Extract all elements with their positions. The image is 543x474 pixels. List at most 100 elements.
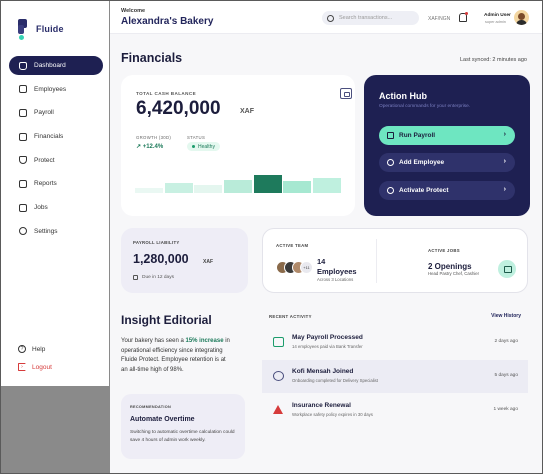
chevron-right-icon: › xyxy=(503,131,506,138)
logout-label: Logout xyxy=(32,363,52,371)
trend-bar xyxy=(283,180,312,193)
payroll-icon xyxy=(273,337,284,347)
insight-highlight: 15% increase xyxy=(185,338,224,344)
recent-activity: RECENT ACTIVITY View History May Payroll… xyxy=(262,307,528,435)
activity-row[interactable]: Insurance Renewal Workplace safety polic… xyxy=(262,394,528,427)
search-input[interactable]: Search transactions... xyxy=(322,11,419,25)
trend-bar xyxy=(194,185,223,193)
status-dot xyxy=(192,145,195,148)
shield-icon xyxy=(387,187,394,194)
users-icon xyxy=(19,85,27,94)
payroll-icon xyxy=(19,108,27,117)
activity-label: RECENT ACTIVITY xyxy=(269,314,312,319)
sidebar-item-reports[interactable]: Reports xyxy=(9,174,103,193)
sidebar-item-label: Financials xyxy=(34,133,64,141)
admin-role: super admin xyxy=(485,20,506,24)
page-title: Financials xyxy=(121,51,183,65)
jobs-subtitle: Head Pastry Chef, Cashier xyxy=(428,271,480,276)
activity-subtitle: Onboarding completed for Delivery Specia… xyxy=(292,378,378,383)
avatar[interactable] xyxy=(514,10,529,25)
home-icon xyxy=(19,61,27,70)
top-bar: Welcome Alexandra's Bakery Search transa… xyxy=(110,1,542,34)
chevron-right-icon: › xyxy=(503,186,506,193)
team-avatars[interactable]: +11 xyxy=(276,261,316,275)
rec-title: Automate Overtime xyxy=(130,416,195,423)
activity-row[interactable]: Kofi Mensah Joined Onboarding completed … xyxy=(262,360,528,393)
cash-balance-card: TOTAL CASH BALANCE 6,420,000 XAF GROWTH … xyxy=(121,75,355,216)
last-synced: Last synced: 2 minutes ago xyxy=(460,57,527,63)
help-icon: ? xyxy=(18,345,26,353)
search-icon xyxy=(327,14,334,22)
sidebar-item-protect[interactable]: Protect xyxy=(9,151,103,170)
brand-name: Fluide xyxy=(36,24,64,34)
payroll-value: 1,280,000 xyxy=(133,252,189,266)
jobs-icon[interactable] xyxy=(498,260,516,278)
payroll-label: PAYROLL LIABILITY xyxy=(133,240,180,245)
more-avatars-badge: +11 xyxy=(300,261,313,274)
trend-bar xyxy=(224,179,252,193)
cash-label: TOTAL CASH BALANCE xyxy=(136,91,197,96)
org-name: Alexandra's Bakery xyxy=(121,16,214,27)
activity-row[interactable]: May Payroll Processed 14 employees paid … xyxy=(262,326,528,359)
sidebar-item-financials[interactable]: Financials xyxy=(9,127,103,146)
reports-icon xyxy=(19,179,27,188)
activity-title: May Payroll Processed xyxy=(292,334,363,341)
activity-title: Kofi Mensah Joined xyxy=(292,368,354,375)
team-card: ACTIVE TEAM +11 14 Employees Across 3 Lo… xyxy=(262,228,528,293)
payroll-currency: XAF xyxy=(203,259,213,265)
recommendation-card[interactable]: RECOMMENDATION Automate Overtime Switchi… xyxy=(121,394,245,459)
sidebar-item-label: Dashboard xyxy=(34,62,66,69)
cash-value: 6,420,000 xyxy=(136,98,221,119)
sidebar-item-label: Settings xyxy=(34,227,58,235)
view-history-link[interactable]: View History xyxy=(491,313,521,319)
add-employee-button[interactable]: Add Employee › xyxy=(379,153,515,172)
sidebar-item-dashboard[interactable]: Dashboard xyxy=(9,56,103,75)
jobs-icon xyxy=(19,203,27,212)
logout-link[interactable]: › Logout xyxy=(18,361,52,373)
welcome-label: Welcome xyxy=(121,8,146,14)
brand-logo[interactable]: Fluide xyxy=(18,19,64,40)
sidebar-item-jobs[interactable]: Jobs xyxy=(9,198,103,217)
status-badge: Healthy xyxy=(187,142,220,151)
team-locations: Across 3 Locations xyxy=(317,277,354,282)
sidebar-bottom: ? Help › Logout xyxy=(18,343,52,379)
financials-icon xyxy=(19,132,27,141)
insight-title: Insight Editorial xyxy=(121,313,212,327)
sidebar-item-label: Protect xyxy=(34,156,55,164)
sidebar-item-payroll[interactable]: Payroll xyxy=(9,103,103,122)
jobs-value: 2 Openings xyxy=(428,262,472,271)
trend-bar xyxy=(135,187,163,193)
notification-dot xyxy=(465,12,468,15)
action-hub-card: Action Hub Operational commands for your… xyxy=(364,75,530,216)
admin-name: Admin User xyxy=(484,13,511,18)
jobs-label: ACTIVE JOBS xyxy=(428,248,460,253)
wallet-icon xyxy=(340,88,352,99)
team-label: ACTIVE TEAM xyxy=(276,243,309,248)
help-link[interactable]: ? Help xyxy=(18,343,52,355)
rec-label: RECOMMENDATION xyxy=(130,405,172,409)
add-user-icon xyxy=(387,159,394,166)
currency-selector[interactable]: XAF/NGN xyxy=(428,16,450,22)
cash-currency: XAF xyxy=(240,108,254,115)
chevron-right-icon: › xyxy=(503,158,506,165)
activity-subtitle: Workplace safety policy expires in 30 da… xyxy=(292,412,373,417)
hub-subtitle: Operational commands for your enterprise… xyxy=(379,104,471,109)
rec-body: Switching to automatic overtime calculat… xyxy=(130,430,235,443)
insight-body: Your bakery has seen a 15% increase in o… xyxy=(121,338,230,373)
team-count-word: Employees xyxy=(317,267,357,276)
cash-trend-bars xyxy=(135,171,341,193)
run-payroll-button[interactable]: Run Payroll › xyxy=(379,126,515,145)
shield-icon xyxy=(19,156,27,165)
logo-mark xyxy=(18,19,32,40)
activate-protect-button[interactable]: Activate Protect › xyxy=(379,181,515,200)
sidebar-item-employees[interactable]: Employees xyxy=(9,80,103,99)
calendar-icon xyxy=(133,275,138,280)
help-label: Help xyxy=(32,345,46,353)
gear-icon xyxy=(19,227,27,236)
activity-title: Insurance Renewal xyxy=(292,402,351,409)
payroll-liability-card: PAYROLL LIABILITY 1,280,000 XAF Due in 1… xyxy=(121,228,248,293)
logout-icon: › xyxy=(18,363,26,371)
activity-time: 2 days ago xyxy=(494,339,518,344)
sidebar-item-settings[interactable]: Settings xyxy=(9,222,103,241)
trend-bar xyxy=(253,175,282,193)
